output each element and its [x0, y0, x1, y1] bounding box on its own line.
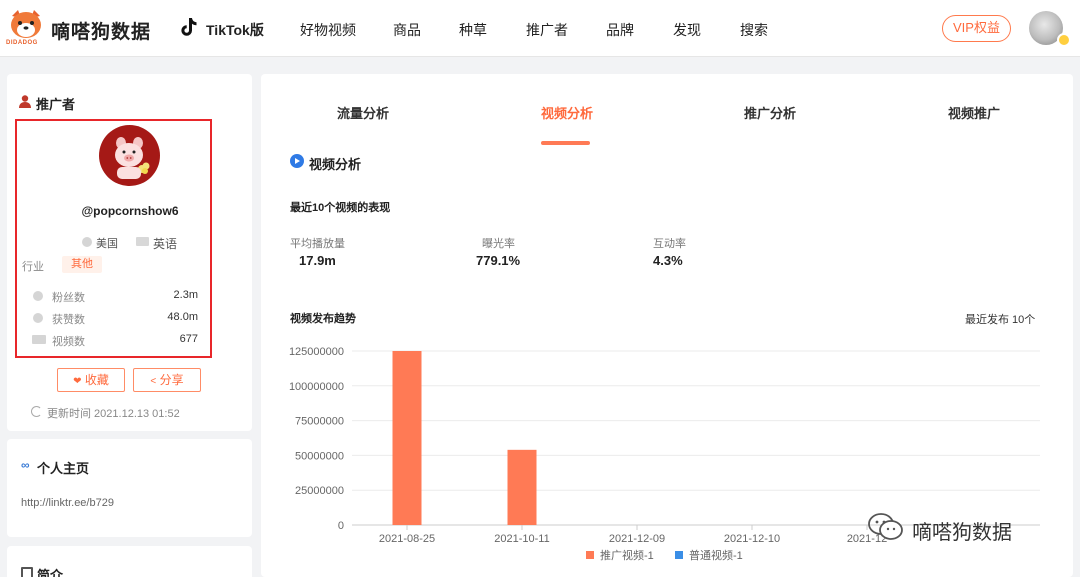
heart-icon: ❤	[73, 376, 82, 387]
collect-button[interactable]: ❤ 收藏	[57, 368, 125, 392]
likes-icon	[33, 313, 43, 323]
nav-good-videos[interactable]: 好物视频	[300, 20, 356, 40]
updated-time: 更新时间 2021.12.13 01:52	[47, 408, 180, 420]
play-icon	[290, 154, 304, 168]
metric-label-engagement: 互动率	[653, 238, 686, 250]
refresh-icon[interactable]	[31, 406, 42, 417]
intro-card-title: 简介	[37, 568, 64, 577]
nav-discover[interactable]: 发现	[673, 20, 701, 40]
country: 美国	[96, 238, 118, 250]
nav-promoters[interactable]: 推广者	[526, 20, 568, 40]
promoter-card-title: 推广者	[36, 97, 76, 112]
top-navigation-bar: DIDADOG 嘀嗒狗数据 TikTok版 好物视频 商品 种草 推广者 品牌 …	[0, 0, 1080, 57]
tab-traffic-analysis[interactable]: 流量分析	[337, 103, 389, 122]
metric-label-avg-views: 平均播放量	[290, 238, 345, 250]
stat-label-videos: 视频数	[52, 336, 85, 348]
tab-promotion-analysis[interactable]: 推广分析	[744, 103, 796, 122]
tab-video-promotion[interactable]: 视频推广	[948, 103, 1000, 122]
nav-search[interactable]: 搜索	[740, 20, 768, 40]
video-count-icon	[32, 335, 46, 344]
nav-tiktok[interactable]: TikTok版	[206, 20, 264, 40]
avatar-badge-icon	[1057, 33, 1071, 47]
promoter-handle: @popcornshow6	[81, 204, 179, 218]
homepage-link[interactable]: http://linktr.ee/b729	[21, 497, 114, 509]
stat-value-likes: 48.0m	[167, 311, 198, 323]
industry-tag: 其他	[62, 256, 102, 273]
watermark-text: 嘀嗒狗数据	[912, 522, 1012, 544]
nav-products[interactable]: 商品	[393, 20, 421, 40]
metric-value-avg-views: 17.9m	[299, 253, 336, 268]
pig-avatar-icon	[115, 137, 150, 179]
tab-video-analysis[interactable]: 视频分析	[541, 103, 593, 122]
stat-label-likes: 获赞数	[52, 314, 85, 326]
share-icon: <	[150, 376, 157, 387]
share-button[interactable]: < 分享	[133, 368, 201, 392]
nav-brands[interactable]: 品牌	[606, 20, 634, 40]
analysis-panel	[261, 74, 1073, 577]
stat-value-videos: 677	[179, 333, 198, 345]
section-title: 视频分析	[309, 157, 362, 172]
share-label: 分享	[159, 373, 184, 387]
stat-value-fans: 2.3m	[173, 289, 198, 301]
nav-seeding[interactable]: 种草	[459, 20, 487, 40]
fans-icon	[33, 291, 43, 301]
language-icon	[136, 237, 149, 246]
logo-caption: DIDADOG	[6, 40, 38, 46]
metric-value-exposure: 779.1%	[476, 253, 521, 268]
language: 英语	[153, 237, 178, 251]
link-icon: ∞	[21, 458, 30, 472]
vip-benefits-button[interactable]: VIP权益	[942, 15, 1011, 42]
trend-filter[interactable]: 最近发布 10个	[965, 311, 1035, 327]
metric-value-engagement: 4.3%	[653, 253, 683, 268]
tiktok-icon	[181, 18, 197, 36]
industry-label: 行业	[22, 261, 44, 273]
wechat-icon	[868, 513, 903, 540]
promoter-avatar	[99, 125, 160, 186]
active-tab-indicator	[541, 141, 590, 145]
homepage-card-title: 个人主页	[37, 461, 90, 476]
brand-name[interactable]: 嘀嗒狗数据	[51, 17, 151, 44]
metric-label-exposure: 曝光率	[482, 238, 515, 250]
person-icon	[19, 95, 31, 108]
recent-videos-title: 最近10个视频的表现	[290, 202, 391, 214]
intro-icon	[21, 567, 33, 577]
stat-label-fans: 粉丝数	[52, 292, 85, 304]
trend-title: 视频发布趋势	[290, 313, 356, 325]
collect-label: 收藏	[84, 373, 109, 387]
homepage-card	[7, 439, 252, 537]
location-icon	[82, 237, 92, 247]
